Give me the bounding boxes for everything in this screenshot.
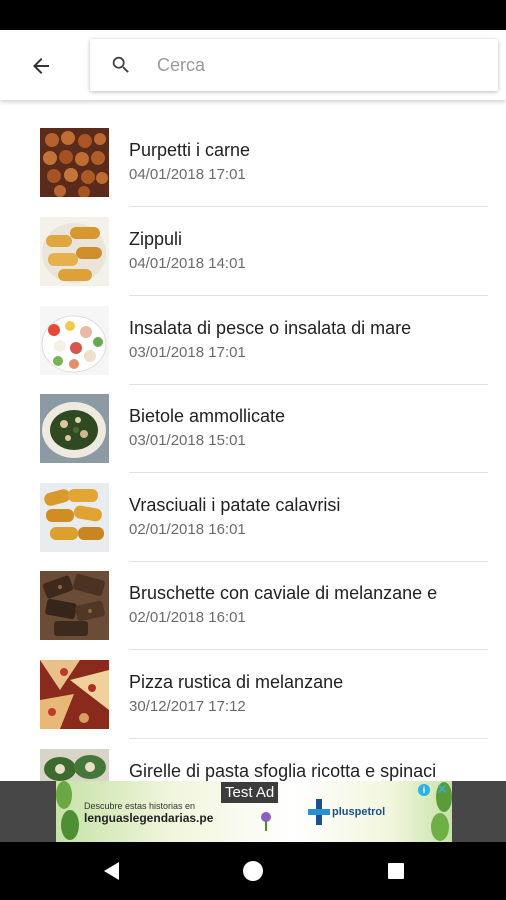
- recipe-date: 03/01/2018 15:01: [129, 432, 246, 449]
- flower-icon: [261, 812, 271, 831]
- divider: [129, 295, 488, 296]
- ad-brand-name: pluspetrol: [332, 806, 386, 818]
- list-item[interactable]: Bruschette con caviale di melanzane e 02…: [0, 571, 506, 659]
- ad-text-line2: lenguaslegendarias.pe: [84, 811, 214, 825]
- recipe-title: Bietole ammollicate: [129, 406, 286, 426]
- recipe-date: 02/01/2018 16:01: [129, 609, 246, 626]
- divider: [129, 561, 488, 562]
- status-bar: [0, 0, 506, 30]
- recipe-thumbnail: [40, 217, 109, 286]
- recipe-thumbnail: [40, 483, 109, 552]
- triangle-back-icon: [104, 862, 119, 880]
- recipe-date: 30/12/2017 17:12: [129, 698, 246, 715]
- list-item[interactable]: Zippuli 04/01/2018 14:01: [0, 217, 506, 305]
- recipe-title: Girelle di pasta sfoglia ricotta e spina…: [129, 761, 437, 781]
- recipe-title: Purpetti i carne: [129, 140, 251, 160]
- search-input[interactable]: [157, 54, 457, 76]
- recipe-title: Bruschette con caviale di melanzane e: [129, 583, 438, 603]
- recipe-list: Purpetti i carne 04/01/2018 17:01 Zippul…: [0, 100, 506, 781]
- list-item[interactable]: Bietole ammollicate 03/01/2018 15:01: [0, 394, 506, 482]
- recipe-thumbnail: [40, 749, 109, 781]
- recipe-date: 02/01/2018 16:01: [129, 521, 246, 538]
- recipe-thumbnail: [40, 571, 109, 640]
- recipe-thumbnail: [40, 306, 109, 375]
- search-box[interactable]: [90, 39, 498, 91]
- list-item[interactable]: Girelle di pasta sfoglia ricotta e spina…: [0, 749, 506, 781]
- list-item[interactable]: Vrasciuali i patate calavrisi 02/01/2018…: [0, 483, 506, 571]
- recipe-thumbnail: [40, 128, 109, 197]
- recipe-title: Zippuli: [129, 229, 183, 249]
- divider: [129, 384, 488, 385]
- nav-home-button[interactable]: [238, 856, 268, 886]
- ad-close-icon[interactable]: ✕: [436, 782, 448, 796]
- app-bar: [0, 30, 506, 100]
- back-button[interactable]: [18, 43, 64, 89]
- square-recents-icon: [388, 863, 404, 879]
- ad-banner[interactable]: Test Ad Descubre estas historias en leng…: [56, 781, 452, 842]
- recipe-date: 04/01/2018 17:01: [129, 166, 246, 183]
- ad-bar: Test Ad Descubre estas historias en leng…: [0, 781, 506, 842]
- ad-info-icon[interactable]: i: [418, 784, 430, 796]
- recipe-date: 03/01/2018 17:01: [129, 344, 246, 361]
- divider: [129, 649, 488, 650]
- recipe-thumbnail: [40, 394, 109, 463]
- pluspetrol-logo-icon: [308, 799, 330, 825]
- nav-back-button[interactable]: [97, 856, 127, 886]
- nav-recents-button[interactable]: [381, 856, 411, 886]
- recipe-date: 04/01/2018 14:01: [129, 255, 246, 272]
- divider: [129, 206, 488, 207]
- circle-home-icon: [243, 861, 263, 881]
- recipe-title: Insalata di pesce o insalata di mare: [129, 318, 412, 338]
- list-item[interactable]: Pizza rustica di melanzane 30/12/2017 17…: [0, 660, 506, 748]
- recipe-thumbnail: [40, 660, 109, 729]
- navigation-bar: [0, 842, 506, 900]
- test-ad-label: Test Ad: [221, 782, 279, 803]
- list-item[interactable]: Purpetti i carne 04/01/2018 17:01: [0, 128, 506, 216]
- recipe-title: Vrasciuali i patate calavrisi: [129, 495, 341, 515]
- divider: [129, 472, 488, 473]
- list-item[interactable]: Insalata di pesce o insalata di mare 03/…: [0, 306, 506, 394]
- recipe-title: Pizza rustica di melanzane: [129, 672, 344, 692]
- ad-text-line1: Descubre estas historias en: [84, 801, 196, 811]
- divider: [129, 738, 488, 739]
- back-arrow-icon: [33, 58, 49, 74]
- search-icon: [110, 54, 132, 76]
- leaf-decoration-icon: [56, 781, 79, 840]
